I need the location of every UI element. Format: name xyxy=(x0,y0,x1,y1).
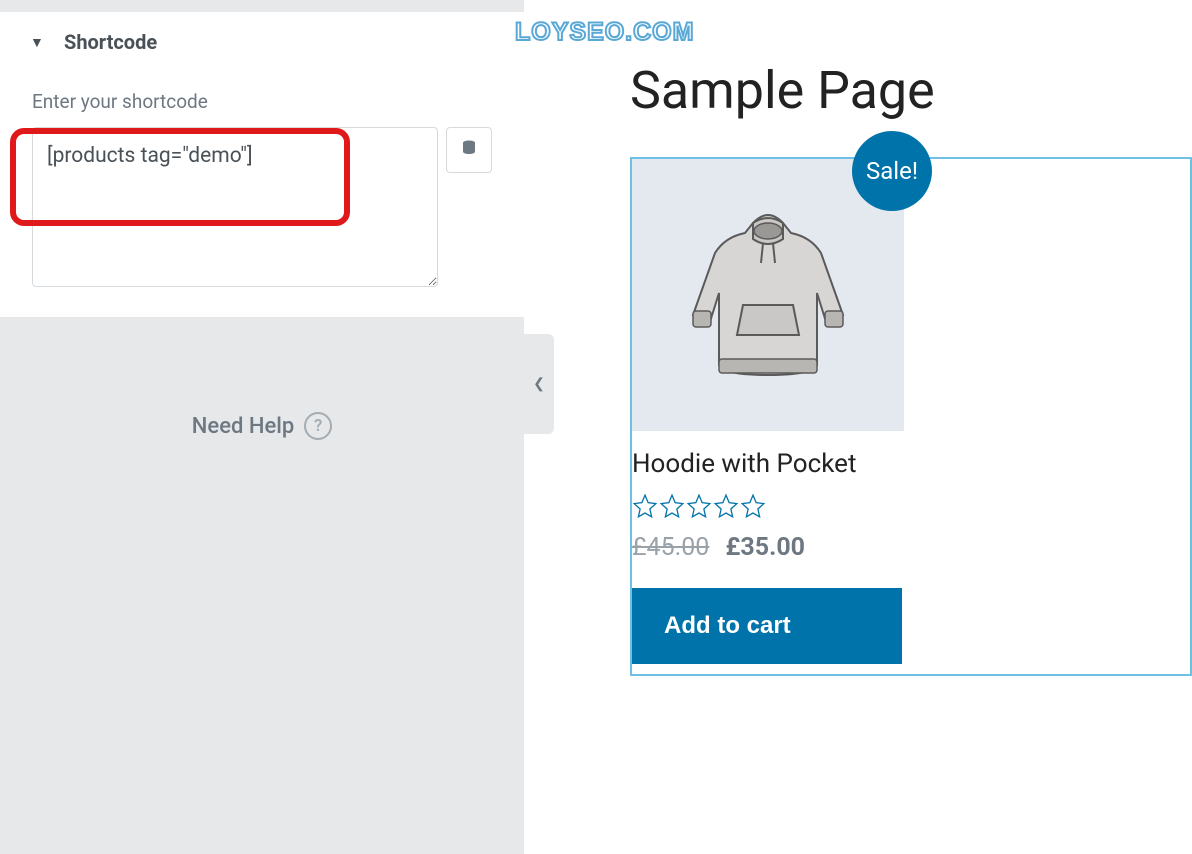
star-icon xyxy=(713,493,739,519)
preview-pane: Sample Page Sale! Hoodie with Pocket xyxy=(560,0,1192,854)
star-rating xyxy=(632,493,1190,519)
shortcode-field-label: Enter your shortcode xyxy=(32,90,492,113)
widget-panel-shortcode: ▼ Shortcode Enter your shortcode [produc… xyxy=(0,12,524,318)
add-to-cart-button[interactable]: Add to cart xyxy=(632,588,902,664)
product-image[interactable]: Sale! xyxy=(632,159,904,431)
watermark: LOYSEO.COM xyxy=(515,18,694,47)
need-help-link[interactable]: Need Help ? xyxy=(192,412,332,440)
sidebar-lower: Need Help ? xyxy=(0,318,524,836)
price-row: £45.00 £35.00 xyxy=(632,533,1190,562)
sale-price: £35.00 xyxy=(726,533,805,562)
star-icon xyxy=(632,493,658,519)
star-icon xyxy=(740,493,766,519)
dynamic-tags-button[interactable] xyxy=(446,127,492,173)
input-row: [products tag="demo"] xyxy=(32,127,492,287)
widget-header[interactable]: ▼ Shortcode xyxy=(0,12,524,72)
star-icon xyxy=(659,493,685,519)
help-icon: ? xyxy=(304,412,332,440)
sale-badge: Sale! xyxy=(852,131,932,211)
page-title: Sample Page xyxy=(630,60,1192,121)
original-price: £45.00 xyxy=(632,533,709,562)
database-icon xyxy=(460,139,478,161)
need-help-label: Need Help xyxy=(192,414,294,439)
sidebar-top-strip xyxy=(0,0,524,12)
product-card: Sale! Hoodie with Pocket xyxy=(630,157,1192,676)
widget-body: Enter your shortcode [products tag="demo… xyxy=(0,72,524,317)
chevron-left-icon: ❮ xyxy=(533,376,545,392)
collapse-sidebar-button[interactable]: ❮ xyxy=(524,334,554,434)
widget-title: Shortcode xyxy=(64,30,157,54)
star-icon xyxy=(686,493,712,519)
product-title[interactable]: Hoodie with Pocket xyxy=(632,449,1190,479)
shortcode-input[interactable]: [products tag="demo"] xyxy=(32,127,438,287)
hoodie-icon xyxy=(683,205,853,385)
caret-down-icon: ▼ xyxy=(30,34,50,51)
editor-sidebar: ▼ Shortcode Enter your shortcode [produc… xyxy=(0,0,524,854)
